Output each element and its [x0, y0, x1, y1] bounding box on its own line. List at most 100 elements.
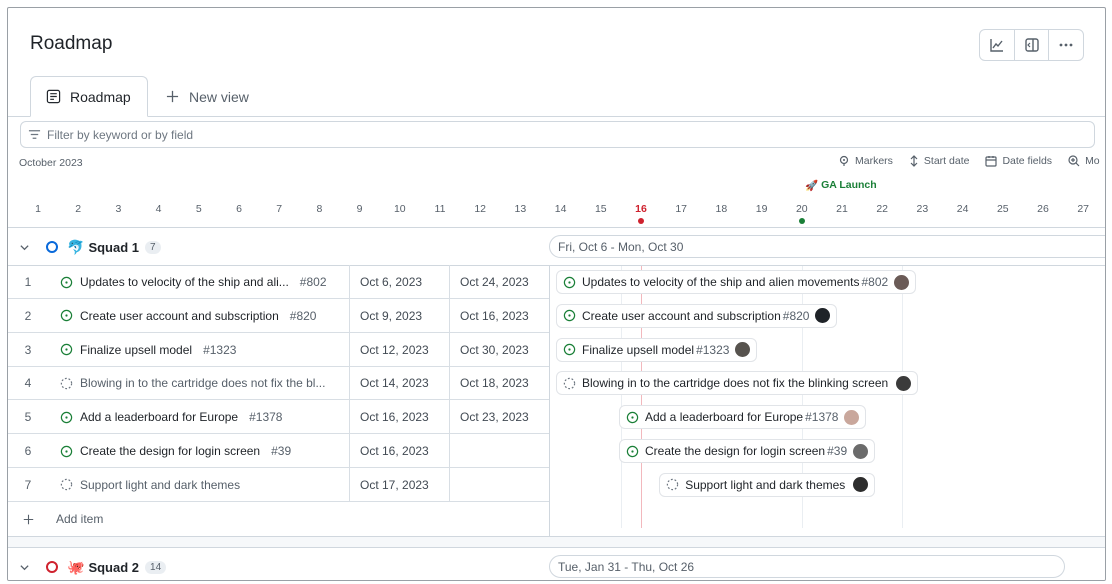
end-date-cell[interactable]: Oct 30, 2023: [449, 332, 549, 367]
avatar[interactable]: [853, 477, 869, 493]
table-row[interactable]: 2 Create user account and subscription #…: [8, 298, 549, 333]
item-title-cell[interactable]: Blowing in to the cartridge does not fix…: [60, 366, 346, 400]
chevron-down-icon[interactable]: [19, 562, 30, 573]
item-title[interactable]: Support light and dark themes: [80, 478, 240, 492]
item-title[interactable]: Create the design for login screen: [80, 444, 260, 458]
end-date-cell[interactable]: [449, 434, 549, 468]
end-date-cell[interactable]: Oct 16, 2023: [449, 298, 549, 333]
end-date-cell[interactable]: Oct 24, 2023: [449, 265, 549, 299]
filter-icon: [28, 130, 41, 139]
table-row[interactable]: 6 Create the design for login screen #39…: [8, 434, 549, 468]
bar-issue-number: #820: [782, 308, 810, 323]
date-fields-button[interactable]: Date fields: [985, 155, 1052, 167]
rocket-icon: 🚀: [805, 180, 819, 192]
more-icon[interactable]: [1049, 30, 1083, 60]
group-squad-2[interactable]: 🐙 Squad 2 14 Tue, Jan 31 - Thu, Oct 26: [8, 548, 1105, 580]
filter-input[interactable]: Filter by keyword or by field: [20, 121, 1095, 148]
chevron-down-icon[interactable]: [19, 242, 30, 253]
group-count: 14: [145, 560, 167, 574]
end-date-cell[interactable]: Oct 23, 2023: [449, 400, 549, 435]
ga-launch-label: GA Launch: [821, 179, 877, 191]
avatar[interactable]: [815, 308, 831, 324]
item-title[interactable]: Blowing in to the cartridge does not fix…: [80, 376, 325, 390]
tab-roadmap[interactable]: Roadmap: [30, 76, 148, 117]
start-date-cell[interactable]: Oct 17, 2023: [349, 467, 449, 502]
day-label: 26: [1037, 203, 1049, 215]
avatar[interactable]: [853, 443, 869, 459]
item-title[interactable]: Finalize upsell model: [80, 343, 192, 357]
start-date-cell[interactable]: Oct 14, 2023: [349, 366, 449, 401]
draft-icon: [60, 377, 73, 390]
day-label: 25: [996, 203, 1009, 215]
day-label: 4: [155, 203, 162, 215]
start-date-cell[interactable]: Oct 12, 2023: [349, 332, 449, 367]
item-title-cell[interactable]: Support light and dark themes: [60, 468, 346, 502]
table-row[interactable]: 5 Add a leaderboard for Europe #1378 Oct…: [8, 400, 549, 435]
table-row[interactable]: 4 Blowing in to the cartridge does not f…: [8, 366, 549, 401]
filter-placeholder: Filter by keyword or by field: [47, 127, 194, 142]
start-date-cell[interactable]: Oct 16, 2023: [349, 400, 449, 435]
item-title[interactable]: Create user account and subscription: [80, 309, 279, 323]
ga-launch-marker[interactable]: 🚀 GA Launch: [805, 179, 877, 192]
item-title-cell[interactable]: Create user account and subscription #82…: [60, 299, 346, 333]
item-title-cell[interactable]: Add a leaderboard for Europe #1378: [60, 400, 346, 434]
start-date-label: Start date: [923, 155, 970, 167]
bar-issue-number: #1378: [805, 410, 839, 425]
bar-title: Create user account and subscription: [582, 308, 781, 323]
group-squad-1[interactable]: 🐬 Squad 1 7 Fri, Oct 6 - Mon, Oct 30: [8, 228, 1105, 266]
avatar[interactable]: [896, 375, 912, 391]
timeline-item-bar[interactable]: Support light and dark themes: [659, 472, 876, 497]
group-name: Squad 1: [88, 239, 140, 255]
start-date-cell[interactable]: Oct 6, 2023: [349, 265, 449, 299]
chart-icon[interactable]: [980, 30, 1015, 60]
open-issue-icon: [563, 343, 576, 356]
open-issue-icon: [60, 276, 73, 289]
start-date-cell[interactable]: Oct 16, 2023: [349, 434, 449, 468]
add-item-button[interactable]: Add item: [8, 502, 549, 536]
panel-icon[interactable]: [1015, 30, 1050, 60]
start-date-button[interactable]: Start date: [909, 155, 970, 167]
timeline-item-bar[interactable]: Add a leaderboard for Europe #1378: [619, 405, 867, 430]
group-count: 7: [145, 240, 161, 254]
timeline-item-bar[interactable]: Create the design for login screen #39: [619, 439, 876, 463]
day-label: 24: [956, 203, 969, 215]
issue-number: #1323: [203, 342, 237, 357]
table-row[interactable]: 3 Finalize upsell model #1323 Oct 12, 20…: [8, 332, 549, 367]
timeline-item-bar[interactable]: Blowing in to the cartridge does not fix…: [556, 371, 919, 396]
bar-issue-number: #802: [861, 275, 889, 289]
item-title[interactable]: Add a leaderboard for Europe: [80, 410, 238, 424]
item-title-cell[interactable]: Updates to velocity of the ship and ali.…: [60, 265, 346, 299]
draft-icon: [666, 478, 679, 491]
tab-new-view[interactable]: New view: [166, 76, 249, 117]
timeline-item-bar[interactable]: Updates to velocity of the ship and alie…: [556, 270, 917, 294]
group-name: Squad 2: [88, 559, 140, 575]
item-title-cell[interactable]: Create the design for login screen #39: [60, 434, 346, 468]
day-label: 13: [514, 203, 527, 215]
avatar[interactable]: [894, 274, 910, 290]
end-date-cell[interactable]: [449, 467, 549, 502]
day-scale: 1 2 3 4 5 6 7 8 9 10 11 12 13 14 15 16 17 18 19 20 21 22 23 24 2…: [8, 203, 1105, 223]
squad-emoji: 🐙: [67, 558, 85, 575]
avatar[interactable]: [735, 342, 751, 358]
month-label: October 2023: [19, 157, 83, 169]
table-row[interactable]: 1 Updates to velocity of the ship and al…: [8, 265, 549, 299]
avatar[interactable]: [844, 409, 860, 425]
status-circle-icon: [46, 561, 58, 573]
item-title[interactable]: Updates to velocity of the ship and ali.…: [80, 275, 289, 289]
open-issue-icon: [60, 411, 73, 424]
table-row[interactable]: 7 Support light and dark themes Oct 17, …: [8, 467, 549, 502]
end-date-cell[interactable]: Oct 18, 2023: [449, 366, 549, 401]
start-date-cell[interactable]: Oct 9, 2023: [349, 298, 449, 333]
timeline-item-bar[interactable]: Create user account and subscription #82…: [556, 303, 838, 328]
bar-title: Add a leaderboard for Europe: [645, 410, 804, 425]
markers-button[interactable]: Markers: [838, 155, 893, 167]
issue-number: #802: [299, 275, 327, 289]
table-divider: [549, 265, 550, 536]
item-title-cell[interactable]: Finalize upsell model #1323: [60, 333, 346, 367]
zoom-button[interactable]: Mo: [1068, 155, 1100, 167]
status-circle-icon: [46, 241, 58, 253]
day-label: 6: [236, 203, 242, 215]
markers-label: Markers: [855, 155, 893, 167]
timeline-item-bar[interactable]: Finalize upsell model #1323: [556, 337, 758, 362]
timeline-toolbar: Markers Start date Date fields Mo: [838, 155, 1100, 167]
